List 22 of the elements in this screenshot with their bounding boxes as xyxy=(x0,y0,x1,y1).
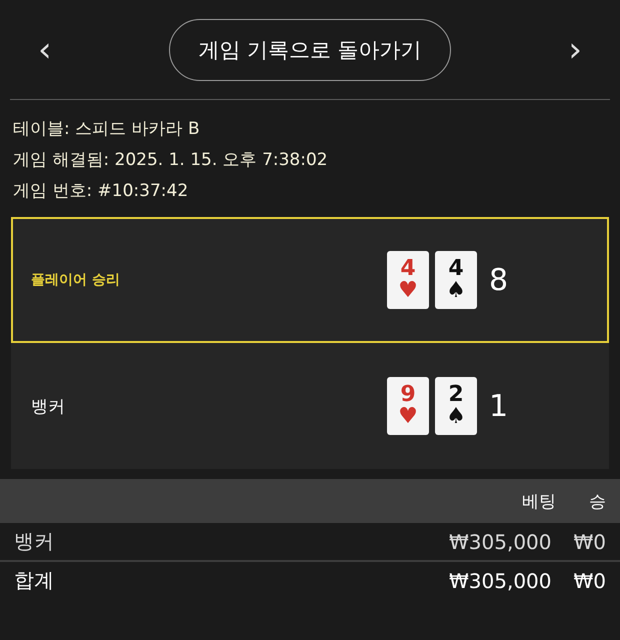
table-cell: ₩0 xyxy=(574,530,606,554)
info-line: 테이블: 스피드 바카라 B xyxy=(13,118,201,141)
hand-label: 플레이어 승리 xyxy=(31,271,121,289)
table-cell-text: 합계 xyxy=(14,567,55,594)
info-line: 게임 번호: #10:37:42 xyxy=(13,180,190,203)
table-cell: ₩305,000 xyxy=(449,568,552,592)
playing-card: 4 ♥ xyxy=(387,251,429,309)
table-cell-text: 뱅커 xyxy=(14,528,55,555)
hand-label: 뱅커 xyxy=(31,396,66,418)
hand-score: 8 xyxy=(489,262,508,298)
column-header: 승 xyxy=(589,490,606,512)
info-line: 게임 해결됨: 2025. 1. 15. 오후 7:38:02 xyxy=(13,149,329,172)
hand-score: 1 xyxy=(489,388,508,424)
playing-card: 9 ♥ xyxy=(387,377,429,435)
next-button[interactable]: › xyxy=(564,32,586,66)
table-cell: ₩305,000 xyxy=(449,530,552,554)
previous-button[interactable]: ‹ xyxy=(34,32,56,66)
back-to-history-button[interactable]: 게임 기록으로 돌아가기 xyxy=(169,18,451,80)
playing-card: 4 ♠ xyxy=(435,251,477,309)
table-cell: ₩0 xyxy=(574,568,606,592)
column-header: 베팅 xyxy=(522,490,556,512)
playing-card: 2 ♠ xyxy=(435,377,477,435)
